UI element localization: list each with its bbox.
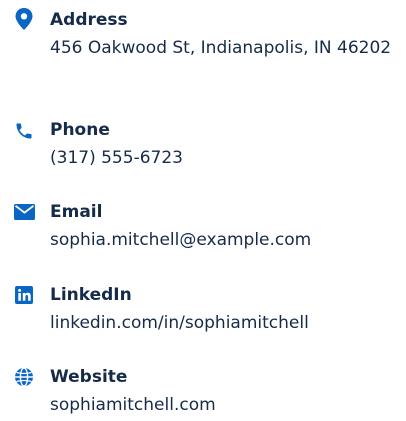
globe-icon xyxy=(13,366,35,388)
website-value[interactable]: sophiamitchell.com xyxy=(50,391,402,419)
linkedin-label: LinkedIn xyxy=(50,285,132,305)
website-label: Website xyxy=(50,367,128,387)
contact-info-list: Address 456 Oakwood St, Indianapolis, IN… xyxy=(0,0,406,421)
linkedin-icon xyxy=(13,284,35,306)
address-label: Address xyxy=(50,10,128,30)
address-value: 456 Oakwood St, Indianapolis, IN 46202 xyxy=(50,38,392,58)
linkedin-value[interactable]: linkedin.com/in/sophiamitchell xyxy=(50,309,402,337)
email-label: Email xyxy=(50,202,103,222)
email-value: sophia.mitchell@example.com xyxy=(50,230,312,250)
phone-value: (317) 555-6723 xyxy=(50,148,183,168)
phone-label: Phone xyxy=(50,120,110,140)
email-icon xyxy=(13,201,35,223)
location-pin-icon xyxy=(13,8,35,30)
phone-icon xyxy=(13,120,35,142)
